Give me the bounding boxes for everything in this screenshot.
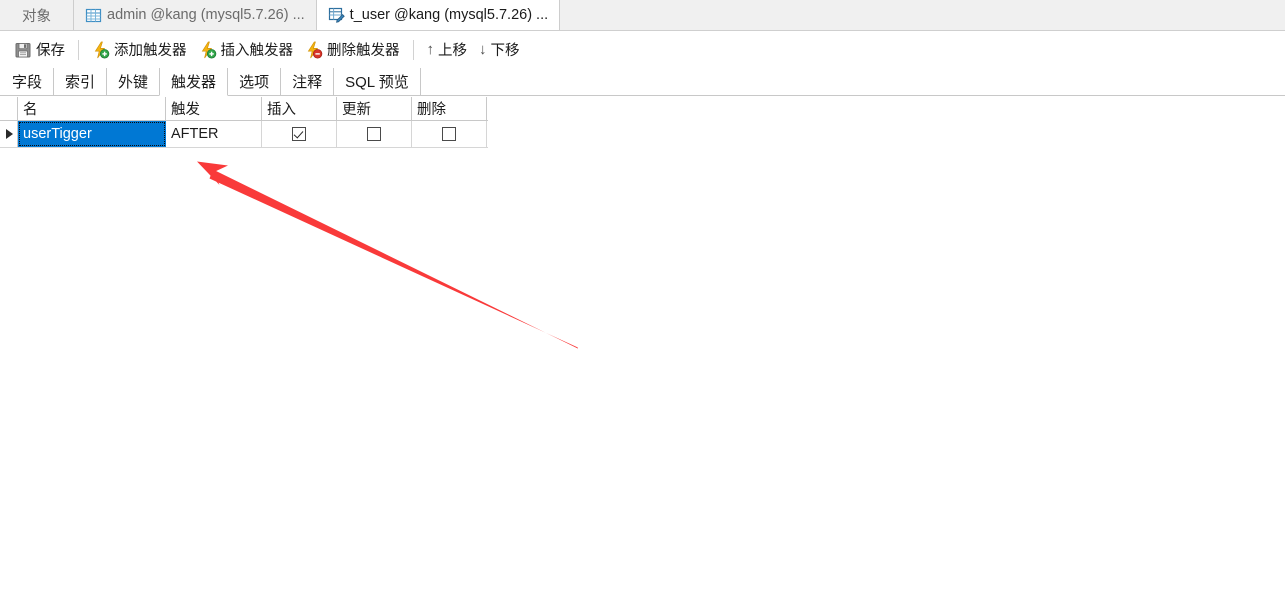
tab-triggers-label: 触发器 — [171, 74, 217, 91]
column-header-insert-label: 插入 — [267, 102, 296, 118]
tab-admin-connection[interactable]: admin @kang (mysql5.7.26) ... — [74, 0, 317, 30]
add-trigger-button-label: 添加触发器 — [114, 43, 187, 59]
tab-comment-label: 注释 — [292, 74, 323, 91]
column-header-update-label: 更新 — [342, 102, 371, 118]
delete-trigger-button[interactable]: 删除触发器 — [299, 37, 406, 63]
tab-fields[interactable]: 字段 — [1, 68, 55, 95]
tab-options-label: 选项 — [239, 74, 270, 91]
table-row[interactable]: userTigger AFTER — [0, 121, 488, 148]
tab-sql-preview-label: SQL 预览 — [345, 74, 409, 91]
trigger-insert-icon — [199, 41, 217, 59]
toolbar-separator-1 — [78, 39, 79, 60]
move-down-button[interactable]: ↓ 下移 — [473, 37, 526, 63]
trigger-delete-icon — [305, 41, 323, 59]
cell-trigger-update[interactable] — [337, 121, 412, 147]
column-header-update[interactable]: 更新 — [337, 97, 412, 120]
cell-trigger-name-label: userTigger — [23, 126, 92, 142]
tab-fields-label: 字段 — [12, 74, 43, 91]
editor-tab-bar: 对象 admin @kang (mysql5.7.26) ... t_user … — [0, 0, 1285, 31]
insert-trigger-button-label: 插入触发器 — [220, 43, 294, 59]
tab-foreign-keys-label: 外键 — [118, 74, 149, 91]
navicat-table-designer-window: 对象 admin @kang (mysql5.7.26) ... t_user … — [0, 0, 1285, 609]
tab-triggers[interactable]: 触发器 — [159, 68, 229, 96]
row-gutter-current[interactable] — [0, 121, 18, 147]
tab-sql-preview[interactable]: SQL 预览 — [334, 68, 421, 95]
tab-objects[interactable]: 对象 — [0, 0, 74, 30]
delete-checkbox[interactable] — [442, 127, 456, 141]
add-trigger-button[interactable]: 添加触发器 — [86, 37, 193, 63]
column-header-insert[interactable]: 插入 — [262, 97, 337, 120]
tab-foreign-keys[interactable]: 外键 — [107, 68, 161, 95]
toolbar-separator-2 — [412, 39, 414, 60]
tab-admin-connection-label: admin @kang (mysql5.7.26) ... — [107, 7, 305, 23]
cell-trigger-timing[interactable]: AFTER — [166, 121, 262, 147]
insert-trigger-button[interactable]: 插入触发器 — [193, 37, 300, 63]
designer-toolbar: 保存 添加触发器 插入触发器 删除触发器 ↑ 上移 ↓ 下移 — [0, 31, 1285, 68]
annotation-arrow-head-icon — [197, 161, 228, 185]
delete-trigger-button-label: 删除触发器 — [327, 43, 400, 59]
current-row-marker-icon — [6, 129, 13, 139]
column-header-timing[interactable]: 触发 — [166, 97, 262, 120]
cell-trigger-name[interactable]: userTigger — [18, 121, 166, 147]
move-up-button[interactable]: ↑ 上移 — [421, 37, 474, 63]
column-header-delete[interactable]: 删除 — [412, 97, 487, 120]
move-down-button-label: 下移 — [490, 43, 520, 59]
tab-indexes-label: 索引 — [65, 74, 96, 91]
annotation-arrow-shaft — [209, 169, 578, 349]
column-header-delete-label: 删除 — [417, 102, 446, 118]
trigger-add-icon — [92, 41, 110, 59]
move-up-button-label: 上移 — [438, 43, 467, 59]
save-floppy-icon — [14, 41, 32, 59]
column-header-name[interactable]: 名 — [18, 97, 166, 120]
row-gutter-header — [0, 97, 18, 120]
triggers-grid: 名 触发 插入 更新 删除 userTigger AFTER — [0, 97, 488, 148]
insert-checkbox[interactable] — [292, 127, 306, 141]
tab-comment[interactable]: 注释 — [281, 68, 335, 95]
update-checkbox[interactable] — [367, 127, 381, 141]
tab-objects-label: 对象 — [22, 8, 51, 25]
save-button-label: 保存 — [36, 43, 65, 59]
tab-t-user-designer-label: t_user @kang (mysql5.7.26) ... — [349, 6, 549, 23]
table-design-icon — [328, 6, 345, 23]
designer-sub-tabs: 字段 索引 外键 触发器 选项 注释 SQL 预览 — [0, 68, 1285, 96]
column-header-name-label: 名 — [23, 102, 38, 118]
arrow-up-icon: ↑ — [426, 41, 435, 58]
cell-trigger-insert[interactable] — [262, 121, 337, 147]
database-grid-icon — [85, 7, 102, 24]
arrow-down-icon: ↓ — [479, 41, 487, 58]
cell-trigger-delete[interactable] — [412, 121, 487, 147]
triggers-grid-header: 名 触发 插入 更新 删除 — [0, 97, 488, 121]
save-button[interactable]: 保存 — [8, 37, 71, 63]
tab-options[interactable]: 选项 — [228, 68, 282, 95]
column-header-timing-label: 触发 — [171, 102, 200, 118]
tab-indexes[interactable]: 索引 — [54, 68, 108, 95]
cell-trigger-timing-label: AFTER — [171, 126, 219, 142]
tab-t-user-designer[interactable]: t_user @kang (mysql5.7.26) ... — [315, 0, 561, 30]
